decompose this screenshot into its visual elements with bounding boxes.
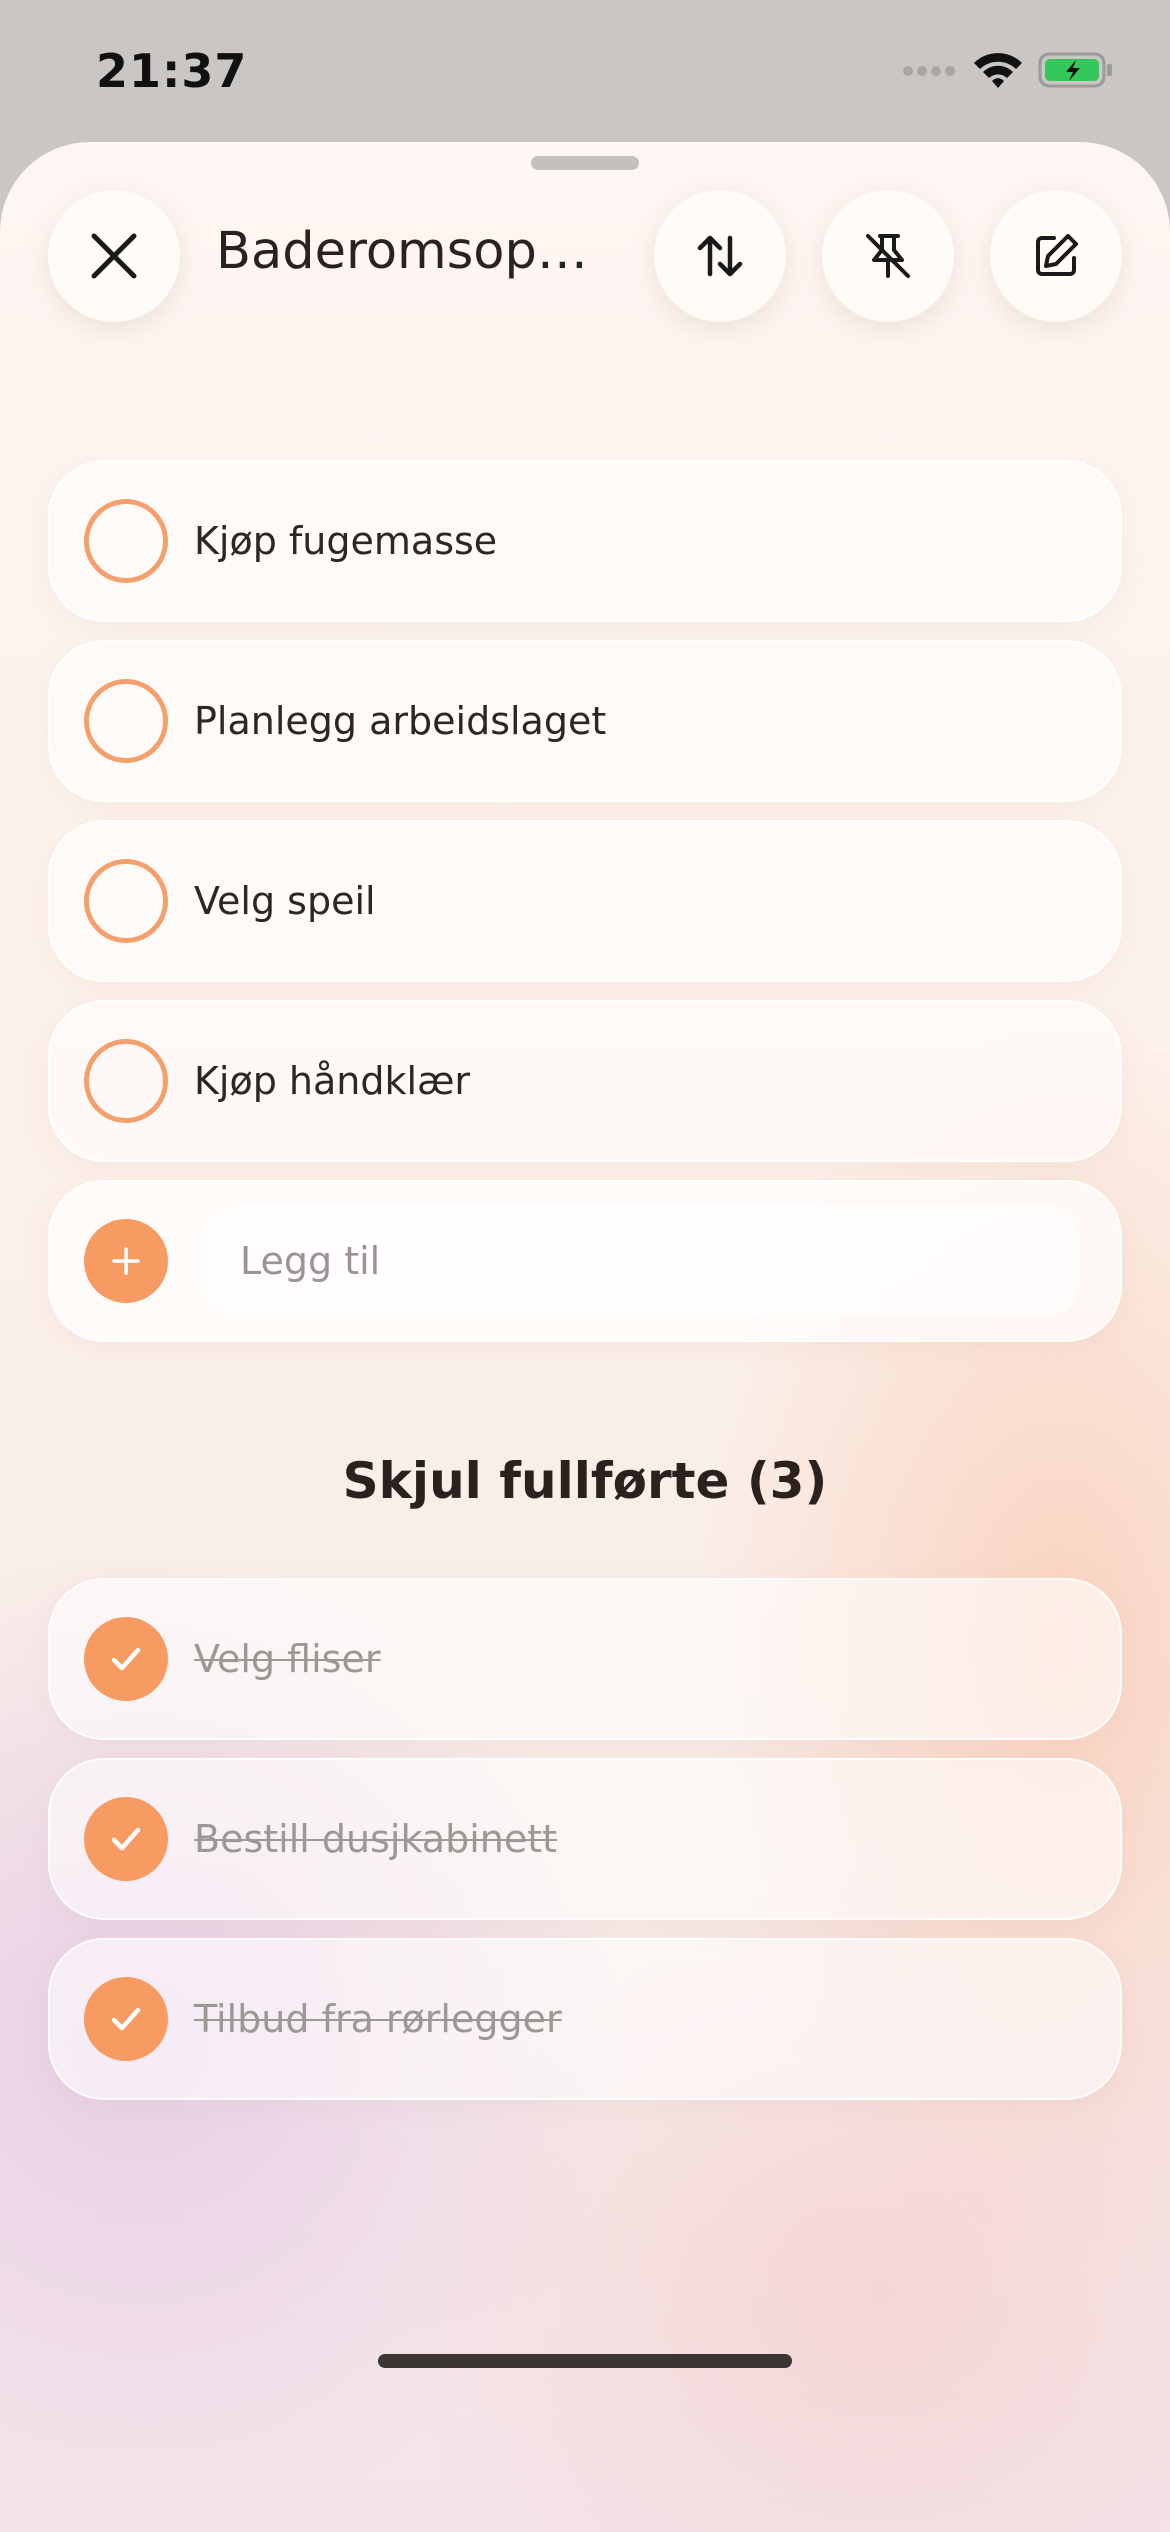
completed-item[interactable]: Bestill dusjkabinett (48, 1758, 1122, 1920)
sort-arrows-icon (697, 235, 743, 277)
plus-icon (112, 1247, 140, 1275)
completed-item[interactable]: Velg fliser (48, 1578, 1122, 1740)
list-item[interactable]: Kjøp håndklær (48, 1000, 1122, 1162)
close-icon (91, 233, 137, 279)
battery-charging-icon (1038, 51, 1114, 93)
list-item[interactable]: Velg speil (48, 820, 1122, 982)
wifi-icon (972, 50, 1024, 94)
item-label: Tilbud fra rørlegger (194, 1997, 562, 2041)
home-indicator (378, 2354, 792, 2368)
status-bar: 21:37 (0, 0, 1170, 140)
item-checkbox[interactable] (84, 1039, 168, 1123)
signal-icon (902, 63, 958, 82)
list-title: Baderomsoppu… (216, 222, 616, 281)
item-checkbox-checked[interactable] (84, 1797, 168, 1881)
item-label: Velg fliser (194, 1637, 381, 1681)
item-checkbox-checked[interactable] (84, 1977, 168, 2061)
add-item-button[interactable] (84, 1219, 168, 1303)
item-checkbox[interactable] (84, 859, 168, 943)
pin-off-icon (866, 234, 910, 278)
unpin-button[interactable] (822, 190, 954, 322)
edit-button[interactable] (990, 190, 1122, 322)
sheet-grabber[interactable] (531, 156, 639, 170)
item-label: Kjøp håndklær (194, 1059, 471, 1103)
item-label: Bestill dusjkabinett (194, 1817, 558, 1861)
add-item-input[interactable] (200, 1204, 1080, 1318)
status-icons (902, 50, 1114, 94)
list-item[interactable]: Kjøp fugemasse (48, 460, 1122, 622)
edit-icon (1036, 234, 1078, 276)
item-checkbox[interactable] (84, 679, 168, 763)
close-button[interactable] (48, 190, 180, 322)
item-label: Velg speil (194, 879, 376, 923)
list-item[interactable]: Planlegg arbeidslaget (48, 640, 1122, 802)
add-item-row (48, 1180, 1122, 1342)
status-time: 21:37 (96, 44, 248, 98)
completed-item[interactable]: Tilbud fra rørlegger (48, 1938, 1122, 2100)
item-checkbox[interactable] (84, 499, 168, 583)
item-label: Planlegg arbeidslaget (194, 699, 607, 743)
checkmark-icon (111, 1827, 141, 1851)
sort-button[interactable] (654, 190, 786, 322)
item-label: Kjøp fugemasse (194, 519, 498, 563)
toggle-completed-button[interactable]: Skjul fullførte (3) (0, 1452, 1170, 1510)
checkmark-icon (111, 1647, 141, 1671)
list-sheet: Baderomsoppu… Kjøp fugemasse Planlegg ar… (0, 142, 1170, 2532)
item-checkbox-checked[interactable] (84, 1617, 168, 1701)
checkmark-icon (111, 2007, 141, 2031)
